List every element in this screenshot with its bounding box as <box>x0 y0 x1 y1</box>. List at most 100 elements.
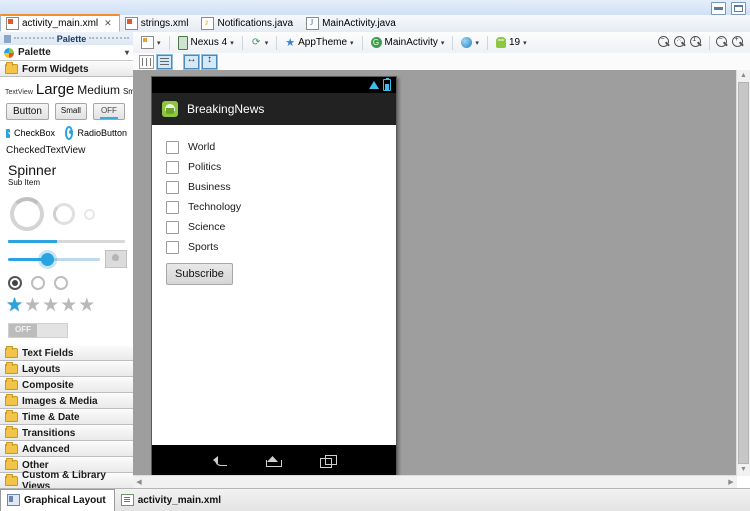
widget-toggle-button[interactable]: OFF <box>92 103 125 120</box>
checkbox-row-business[interactable]: Business <box>166 177 396 197</box>
widget-button[interactable]: Button <box>6 103 49 120</box>
widget-checkbox-label[interactable]: CheckBox <box>14 128 55 138</box>
palette-category-images-media[interactable]: Images & Media <box>0 393 133 409</box>
back-icon[interactable] <box>213 455 228 467</box>
widget-large-text[interactable]: Large <box>36 81 74 98</box>
eclipse-adt-window: activity_main.xml ✕ strings.xml Notifica… <box>0 0 750 511</box>
editor-tab-label: MainActivity.java <box>322 18 396 29</box>
tab-activity-main-xml[interactable]: activity_main.xml <box>115 490 229 511</box>
scroll-up-arrow-icon[interactable]: ▲ <box>737 70 750 82</box>
widget-small-text[interactable]: Small <box>123 87 133 96</box>
checkbox-icon[interactable] <box>166 220 179 234</box>
progressbar-horizontal[interactable] <box>0 237 133 245</box>
widget-medium-text[interactable]: Medium <box>77 83 120 97</box>
widget-radiobutton-label[interactable]: RadioButton <box>77 128 127 138</box>
scrollbar-thumb[interactable] <box>738 82 749 464</box>
checkbox-icon[interactable] <box>166 180 179 194</box>
checkbox-row-sports[interactable]: Sports <box>166 237 396 257</box>
palette-category-custom-library-views[interactable]: Custom & Library Views <box>0 470 133 489</box>
palette-category-text-fields[interactable]: Text Fields <box>0 345 133 361</box>
checkbox-row-world[interactable]: World <box>166 137 396 157</box>
checkbox-row-technology[interactable]: Technology <box>166 197 396 217</box>
widget-spinner[interactable]: Spinner <box>0 160 133 178</box>
checkbox-icon[interactable] <box>166 160 179 174</box>
bottom-tab-label: Graphical Layout <box>24 494 106 506</box>
design-canvas[interactable]: BreakingNews World Politics Business Tec… <box>133 70 737 476</box>
button-samples-row: Button Small OFF <box>0 100 133 125</box>
layout-config-dropdown[interactable]: ▾ <box>138 35 164 50</box>
checkbox-icon[interactable] <box>166 240 179 254</box>
palette-category-form-widgets[interactable]: Form Widgets <box>0 61 133 77</box>
zoom-out-2-button[interactable]: − <box>716 36 729 49</box>
editor-tab-activity-main-xml[interactable]: activity_main.xml ✕ <box>0 14 120 32</box>
widget-small-button[interactable]: Small <box>54 103 87 120</box>
checkbox-row-politics[interactable]: Politics <box>166 157 396 177</box>
tab-graphical-layout[interactable]: Graphical Layout <box>0 489 115 511</box>
widget-textview[interactable]: TextView <box>5 89 33 96</box>
radio-option-2[interactable] <box>31 276 45 290</box>
scroll-down-arrow-icon[interactable]: ▼ <box>737 464 750 476</box>
palette-category-time-date[interactable]: Time & Date <box>0 409 133 425</box>
device-preview[interactable]: BreakingNews World Politics Business Tec… <box>151 76 397 476</box>
pin-icon[interactable] <box>4 34 11 43</box>
progress-spinner-medium-icon[interactable] <box>53 203 75 225</box>
chevron-down-icon[interactable]: ▾ <box>125 48 129 57</box>
ratingbar[interactable]: ★ ★ ★ ★ ★ <box>0 293 133 319</box>
checkbox-icon[interactable] <box>166 200 179 214</box>
palette-category-label: Form Widgets <box>22 63 89 75</box>
seekbar[interactable] <box>8 252 100 266</box>
divider <box>452 35 454 50</box>
chevron-down-icon: ▾ <box>440 39 445 47</box>
palette-category-transitions[interactable]: Transitions <box>0 425 133 441</box>
chevron-down-icon: ▾ <box>264 39 269 47</box>
radio-option-3[interactable] <box>54 276 68 290</box>
widget-switch[interactable]: OFF <box>8 323 68 338</box>
canvas-vertical-scrollbar[interactable]: ▲ ▼ <box>736 70 750 476</box>
editor-tab-strings-xml[interactable]: strings.xml <box>120 15 197 32</box>
maximize-button[interactable] <box>731 2 746 15</box>
zoom-fit-button[interactable]: ⁙ <box>674 36 687 49</box>
editor-tab-mainactivity-java[interactable]: MainActivity.java <box>301 15 404 32</box>
toggle-width-constraint[interactable] <box>184 54 199 69</box>
zoom-in-button[interactable]: + <box>732 36 745 49</box>
home-icon[interactable] <box>266 456 282 467</box>
checkbox-row-science[interactable]: Science <box>166 217 396 237</box>
minimize-button[interactable] <box>711 2 726 15</box>
editor-tab-notifications-java[interactable]: Notifications.java <box>196 15 301 32</box>
radio-option-1[interactable] <box>8 276 22 290</box>
recents-icon[interactable] <box>320 455 337 468</box>
editor-tab-label: strings.xml <box>140 18 189 29</box>
android-status-bar <box>152 77 396 93</box>
palette-header[interactable]: Palette ▾ <box>0 45 133 61</box>
show-rows-toggle[interactable] <box>157 54 172 69</box>
checkbox-icon[interactable] <box>6 127 15 138</box>
toggle-height-constraint[interactable] <box>202 54 217 69</box>
checkbox-icon[interactable] <box>166 140 179 154</box>
palette-category-composite[interactable]: Composite <box>0 377 133 393</box>
palette-category-label: Transitions <box>22 427 76 439</box>
locale-dropdown[interactable]: ▾ <box>458 36 482 49</box>
xml-file-icon <box>124 17 138 30</box>
palette-category-layouts[interactable]: Layouts <box>0 361 133 377</box>
palette-panel-titlebar: Palette <box>0 32 133 45</box>
progress-spinner-large-icon[interactable] <box>10 197 44 231</box>
progress-spinner-small-icon[interactable] <box>84 208 95 220</box>
activity-dropdown[interactable]: G MainActivity ▾ <box>368 36 448 49</box>
widget-checkedtextview[interactable]: CheckedTextView <box>0 143 133 160</box>
radiobutton-icon[interactable] <box>65 126 74 140</box>
orientation-dropdown[interactable]: ⟳ ▾ <box>248 36 272 49</box>
palette-category-advanced[interactable]: Advanced <box>0 441 133 457</box>
close-icon[interactable]: ✕ <box>104 18 112 29</box>
subscribe-button[interactable]: Subscribe <box>166 263 233 285</box>
zoom-out-button[interactable]: − <box>658 36 671 49</box>
editor-tab-label: Notifications.java <box>217 18 294 29</box>
device-dropdown[interactable]: Nexus 4 ▾ <box>175 35 237 51</box>
show-columns-toggle[interactable] <box>139 54 154 69</box>
canvas-horizontal-scrollbar[interactable]: ◀ ▶ <box>133 475 737 489</box>
quick-contact-badge-icon[interactable] <box>105 250 127 268</box>
zoom-controls: − ⁙ 1 − + <box>658 35 745 50</box>
theme-dropdown[interactable]: ★ AppTheme ▾ <box>282 35 356 50</box>
api-level-dropdown[interactable]: 19 ▾ <box>493 36 530 49</box>
zoom-actual-size-button[interactable]: 1 <box>690 36 703 49</box>
checkbox-label: Politics <box>188 161 222 173</box>
